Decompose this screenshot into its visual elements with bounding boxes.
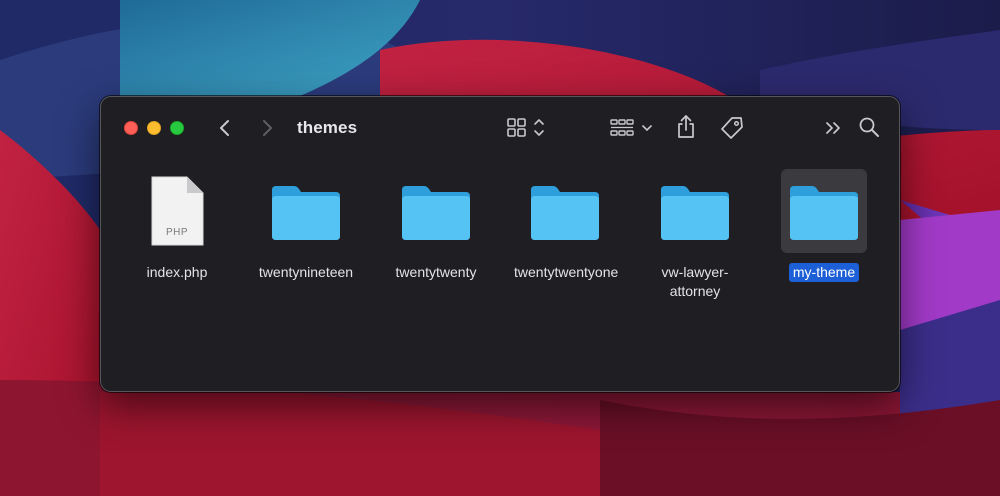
back-button[interactable] [217,118,233,138]
chevron-double-right-icon [826,122,840,134]
folder-icon [790,186,858,240]
finder-window: themes PHP index.php twentynineteen twen… [100,96,900,392]
folder-item-vw-lawyer-attorney[interactable]: vw-lawyer-attorney [630,169,760,301]
file-grid: PHP index.php twentynineteen twentytwent… [101,159,899,391]
search-button[interactable] [858,116,880,138]
share-icon [678,115,694,138]
more-toolbar-items-button[interactable] [824,118,842,138]
file-name-label: index.php [146,264,208,280]
chevron-right-icon [263,120,272,136]
tag-button[interactable] [719,115,745,141]
window-title: themes [297,118,358,137]
close-window-button[interactable] [124,121,138,135]
forward-button[interactable] [259,118,275,138]
file-name-label: twentytwenty [395,264,477,280]
file-name-label: twentytwentyone [514,264,619,280]
folder-icon [531,186,599,240]
share-button[interactable] [676,114,696,140]
toolbar: themes [101,97,899,159]
file-name-label: my-theme [788,263,860,282]
file-item-index-php[interactable]: PHP index.php [112,169,242,282]
folder-icon [661,186,729,240]
tag-icon [721,117,743,139]
minimize-window-button[interactable] [147,121,161,135]
folder-item-twentynineteen[interactable]: twentynineteen [241,169,371,282]
chevron-left-icon [220,120,229,136]
folder-item-twentytwenty[interactable]: twentytwenty [371,169,501,282]
file-name-label: vw-lawyer-attorney [661,264,729,299]
php-file-icon: PHP [149,175,205,247]
folder-icon [272,186,340,240]
file-name-label: twentynineteen [258,264,354,280]
group-by-button[interactable] [609,116,655,140]
icon-grid-view-icon [507,118,544,137]
group-by-icon [610,119,652,136]
search-icon [859,117,879,137]
folder-icon [402,186,470,240]
view-mode-button[interactable] [506,116,546,140]
folder-item-my-theme[interactable]: my-theme [759,169,889,282]
folder-item-twentytwentyone[interactable]: twentytwentyone [500,169,630,282]
zoom-window-button[interactable] [170,121,184,135]
